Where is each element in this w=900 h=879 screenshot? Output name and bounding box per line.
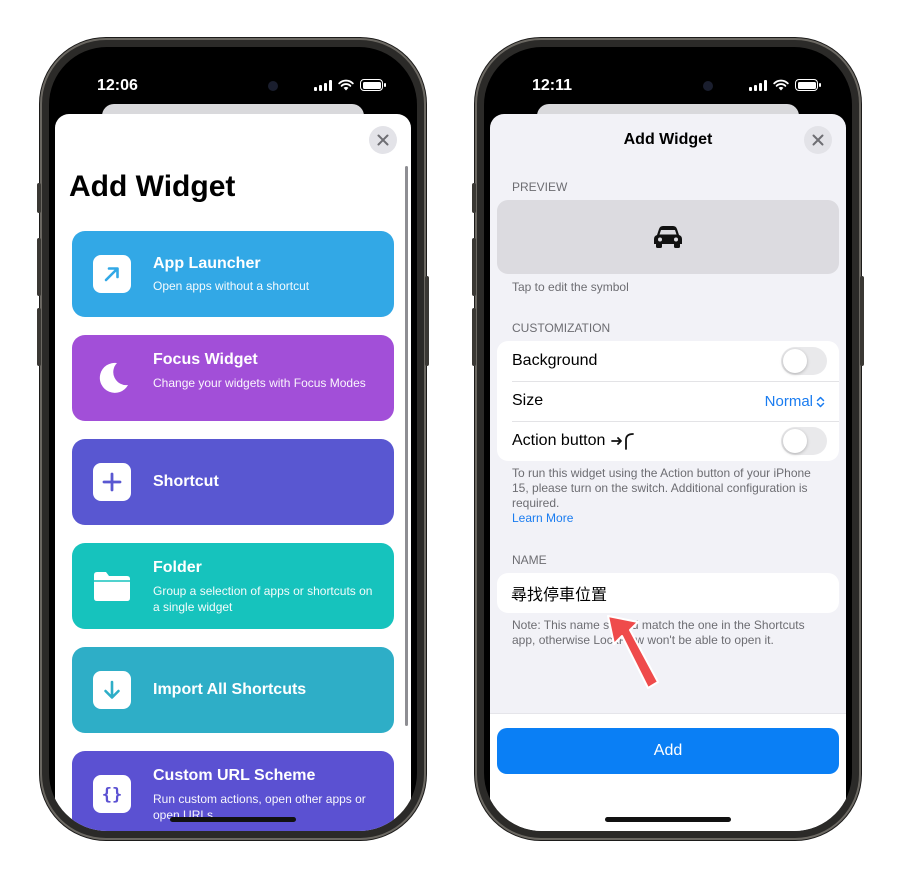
- volume-down-hw: [472, 308, 476, 366]
- scrollbar[interactable]: [405, 166, 408, 726]
- size-label: Size: [512, 392, 544, 409]
- battery-icon: [360, 79, 386, 91]
- add-button[interactable]: Add: [497, 728, 839, 774]
- left-screen: 12:06 Add Widget App Launcher Open apps …: [49, 47, 417, 831]
- battery-icon: [795, 79, 821, 91]
- name-note: Note: This name should match the one in …: [512, 618, 805, 647]
- action-button-hw: [37, 183, 41, 213]
- card-title: App Launcher: [153, 255, 261, 272]
- volume-up-hw: [37, 238, 41, 296]
- card-title: Folder: [153, 559, 202, 576]
- nav-title: Add Widget: [623, 131, 713, 148]
- volume-up-hw: [472, 238, 476, 296]
- action-button-toggle[interactable]: [781, 427, 827, 455]
- download-arrow-icon: [93, 671, 131, 709]
- plus-icon: [93, 463, 131, 501]
- customization-header: CUSTOMIZATION: [512, 321, 611, 335]
- annotation-arrow-icon: [607, 615, 659, 689]
- name-field[interactable]: 尋找停車位置: [497, 573, 839, 613]
- learn-more-link[interactable]: Learn More: [512, 511, 573, 525]
- size-row: Size Normal: [497, 381, 839, 421]
- card-title: Shortcut: [153, 473, 219, 490]
- close-button[interactable]: [369, 126, 397, 154]
- bottom-bar: Add: [490, 713, 846, 831]
- card-title: Custom URL Scheme: [153, 767, 316, 784]
- left-phone: 12:06 Add Widget App Launcher Open apps …: [37, 38, 429, 840]
- card-subtitle: Group a selection of apps or shortcuts o…: [153, 584, 373, 614]
- close-icon: [812, 134, 824, 146]
- right-phone: 12:11 Add Widget PREVIEW Tap to edit the…: [472, 38, 864, 840]
- background-row: Background: [497, 341, 839, 381]
- status-time: 12:06: [97, 77, 138, 94]
- folder-icon: [93, 567, 131, 605]
- name-header: NAME: [512, 553, 547, 567]
- status-time: 12:11: [532, 77, 573, 94]
- moon-icon: [93, 359, 131, 397]
- action-note: To run this widget using the Action butt…: [512, 466, 824, 526]
- dynamic-island: [174, 70, 292, 102]
- close-icon: [377, 134, 389, 146]
- folder-card[interactable]: Folder Group a selection of apps or shor…: [72, 543, 394, 629]
- dynamic-island: [609, 70, 727, 102]
- customization-group: Background Size Normal Action button: [497, 341, 839, 461]
- background-label: Background: [512, 352, 598, 369]
- action-button-hw: [472, 183, 476, 213]
- chevron-up-down-icon: [816, 396, 825, 407]
- background-toggle[interactable]: [781, 347, 827, 375]
- add-widget-sheet: Add Widget App Launcher Open apps withou…: [55, 114, 411, 831]
- home-indicator[interactable]: [605, 817, 731, 822]
- action-button-row: Action button: [497, 421, 839, 461]
- wifi-icon: [773, 79, 789, 91]
- arrow-up-right-icon: [93, 255, 131, 293]
- action-button-symbol-icon: [611, 433, 635, 450]
- cellular-signal-icon: [314, 79, 332, 91]
- wifi-icon: [338, 79, 354, 91]
- svg-text:{}: {}: [102, 785, 122, 805]
- card-subtitle: Change your widgets with Focus Modes: [153, 376, 366, 390]
- close-button[interactable]: [804, 126, 832, 154]
- focus-widget-card[interactable]: Focus Widget Change your widgets with Fo…: [72, 335, 394, 421]
- import-all-shortcuts-card[interactable]: Import All Shortcuts: [72, 647, 394, 733]
- action-note-text: To run this widget using the Action butt…: [512, 466, 811, 510]
- side-button-hw: [425, 276, 429, 366]
- add-widget-config-sheet: Add Widget PREVIEW Tap to edit the symbo…: [490, 114, 846, 831]
- app-launcher-card[interactable]: App Launcher Open apps without a shortcu…: [72, 231, 394, 317]
- size-picker[interactable]: Normal: [765, 393, 825, 410]
- side-button-hw: [860, 276, 864, 366]
- action-button-label: Action button: [512, 432, 606, 449]
- preview-header: PREVIEW: [512, 180, 568, 194]
- preview-note: Tap to edit the symbol: [512, 280, 629, 294]
- page-title: Add Widget: [69, 170, 236, 203]
- volume-down-hw: [37, 308, 41, 366]
- card-title: Focus Widget: [153, 351, 258, 368]
- cellular-signal-icon: [749, 79, 767, 91]
- home-indicator[interactable]: [170, 817, 296, 822]
- car-icon: [654, 226, 682, 248]
- braces-icon: {}: [93, 775, 131, 813]
- right-screen: 12:11 Add Widget PREVIEW Tap to edit the…: [484, 47, 852, 831]
- shortcut-card[interactable]: Shortcut: [72, 439, 394, 525]
- widget-preview[interactable]: [497, 200, 839, 274]
- status-icons: [314, 79, 386, 91]
- card-title: Import All Shortcuts: [153, 681, 307, 698]
- card-subtitle: Open apps without a shortcut: [153, 279, 310, 293]
- status-icons: [749, 79, 821, 91]
- size-value: Normal: [764, 393, 813, 410]
